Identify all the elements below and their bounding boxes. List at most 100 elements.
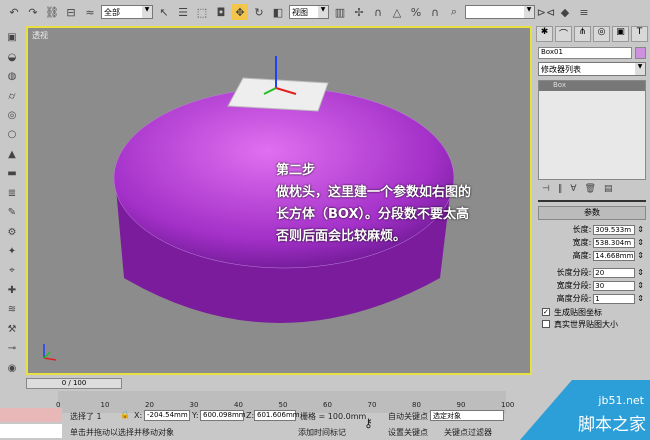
spinner-icon[interactable]: ⇕ <box>637 268 644 277</box>
angle-snap-icon[interactable]: △ <box>389 4 405 20</box>
create-tab-icon[interactable]: ✱ <box>536 26 553 42</box>
stack-item[interactable]: Box <box>539 81 645 91</box>
modifier-list-select[interactable]: 修改器列表 ▼ <box>538 62 646 76</box>
pin-stack-icon[interactable]: ⊣ <box>542 184 550 194</box>
display-tab-icon[interactable]: ▣ <box>612 26 629 42</box>
spinner-icon[interactable]: ⇕ <box>637 251 644 260</box>
spinner-icon[interactable]: ⇕ <box>637 281 644 290</box>
modify-tab-icon[interactable]: ⌒ <box>555 26 572 42</box>
align-icon[interactable]: ◆ <box>557 4 573 20</box>
geosphere-icon[interactable]: ◍ <box>4 69 20 84</box>
system-icon[interactable]: ⚒ <box>4 322 20 337</box>
spacewarp-icon[interactable]: ≋ <box>4 302 20 317</box>
height-segs-label: 高度分段: <box>556 294 592 303</box>
real-world-map-checkbox[interactable]: 真实世界贴图大小 <box>534 318 650 330</box>
key-icon[interactable]: ⚷ <box>364 416 373 430</box>
helper-icon[interactable]: ✚ <box>4 283 20 298</box>
length-input[interactable]: 309.533m <box>593 224 636 235</box>
show-end-result-icon[interactable]: ‖ <box>558 184 563 194</box>
link-icon[interactable]: ⛓ <box>44 4 60 20</box>
y-coord-input[interactable]: 600.098mm <box>200 410 246 421</box>
edit-named-selection-icon[interactable]: ⌕ <box>446 4 462 20</box>
reference-coord-select[interactable]: 视图 ▼ <box>289 5 329 19</box>
height-input[interactable]: 14.668mm <box>593 250 636 261</box>
object-name-input[interactable]: Box01 <box>538 47 632 59</box>
key-filters-button[interactable]: 关键点过滤器 <box>444 427 492 438</box>
time-slider[interactable]: 0 / 100 <box>26 378 122 389</box>
remove-modifier-icon[interactable]: 🗑 <box>585 184 596 194</box>
selection-count: 选择了 1 <box>70 412 102 421</box>
spinner-snap-icon[interactable]: ∩ <box>427 4 443 20</box>
add-time-tag-button[interactable]: 添加时间标记 <box>298 427 346 438</box>
mirror-icon[interactable]: ⊳⊲ <box>537 4 555 20</box>
width-input[interactable]: 538.304m <box>593 237 636 248</box>
height-segs-input[interactable]: 1 <box>593 293 636 304</box>
generate-mapping-checkbox[interactable]: ✓ 生成贴图坐标 <box>534 306 650 318</box>
bone-icon[interactable]: ⊸ <box>4 341 20 356</box>
scale-icon[interactable]: ◧ <box>270 4 286 20</box>
torus-icon[interactable]: ○ <box>4 127 20 142</box>
spinner-icon[interactable]: ⇕ <box>637 294 644 303</box>
make-unique-icon[interactable]: ∀ <box>570 184 576 194</box>
length-segs-input[interactable]: 20 <box>593 267 636 278</box>
bottom-bar: 0 / 100 0 10 20 30 40 50 60 70 80 90 100 选择了 1 🔒 X… <box>0 378 650 440</box>
redo-icon[interactable]: ↷ <box>25 4 41 20</box>
manipulate-icon[interactable]: ✢ <box>351 4 367 20</box>
auto-key-button[interactable]: 自动关键点 <box>388 411 428 422</box>
select-object-icon[interactable]: ↖ <box>156 4 172 20</box>
width-segs-input[interactable]: 30 <box>593 280 636 291</box>
camera-icon[interactable]: ⌖ <box>4 263 20 278</box>
utilities-tab-icon[interactable]: T <box>631 26 648 42</box>
z-coord-input[interactable]: 601.606mm <box>254 410 300 421</box>
parameters-rollout[interactable]: 参数 <box>538 206 646 220</box>
selection-filter-select[interactable]: 全部 ▼ <box>101 5 153 19</box>
timeline-tick-label: 20 <box>145 401 154 409</box>
cylinder-icon[interactable]: ⌭ <box>4 88 20 103</box>
undo-icon[interactable]: ↶ <box>6 4 22 20</box>
stack-icon[interactable]: ≣ <box>4 186 20 201</box>
motion-tab-icon[interactable]: ◎ <box>593 26 610 42</box>
overlay-line: 长方体（BOX）。分段数不要太高 <box>276 207 470 222</box>
tube-icon[interactable]: ◎ <box>4 108 20 123</box>
select-by-name-icon[interactable]: ☰ <box>175 4 191 20</box>
tool-icon[interactable]: ✎ <box>4 205 20 220</box>
spinner-icon[interactable]: ⇕ <box>637 225 644 234</box>
rotate-icon[interactable]: ↻ <box>251 4 267 20</box>
perspective-viewport[interactable]: 透视 第二步 做枕头，这里建一个参数如右图的 长方体（BOX）。分段数不要太高 … <box>26 26 532 375</box>
cone-icon[interactable]: ▲ <box>4 147 20 162</box>
maxscript-input[interactable] <box>0 424 62 438</box>
sphere-icon[interactable]: ◒ <box>4 49 20 64</box>
hierarchy-tab-icon[interactable]: ⋔ <box>574 26 591 42</box>
plane-icon[interactable]: ▬ <box>4 166 20 181</box>
render-icon[interactable]: ◉ <box>4 360 20 375</box>
length-label: 长度: <box>572 225 592 234</box>
key-mode-select[interactable]: 选定对象 <box>430 410 504 421</box>
rect-selection-icon[interactable]: ⬚ <box>194 4 210 20</box>
named-selection-select[interactable]: ▼ <box>465 5 535 19</box>
set-key-button[interactable]: 设置关键点 <box>388 427 428 438</box>
rollout-title: 参数 <box>584 208 600 217</box>
move-icon[interactable]: ✥ <box>232 4 248 20</box>
chevron-down-icon: ▼ <box>318 6 328 18</box>
x-label: X: <box>134 411 143 420</box>
x-coord-input[interactable]: -204.54mm <box>144 410 190 421</box>
modifier-stack: Box <box>538 80 646 180</box>
light-icon[interactable]: ✦ <box>4 244 20 259</box>
create-box-icon[interactable]: ▣ <box>4 30 20 45</box>
configure-sets-icon[interactable]: ▤ <box>604 184 613 194</box>
timeline-tick-label: 40 <box>234 401 243 409</box>
snap-toggle-icon[interactable]: ∩ <box>370 4 386 20</box>
percent-snap-icon[interactable]: % <box>408 4 424 20</box>
pivot-icon[interactable]: ▥ <box>332 4 348 20</box>
lock-icon[interactable]: 🔒 <box>120 410 130 419</box>
window-crossing-icon[interactable]: ◘ <box>213 4 229 20</box>
bind-space-warp-icon[interactable]: ≈ <box>82 4 98 20</box>
unlink-icon[interactable]: ⊟ <box>63 4 79 20</box>
maxscript-listener[interactable] <box>0 408 62 422</box>
gear-icon[interactable]: ⚙ <box>4 224 20 239</box>
spinner-icon[interactable]: ⇕ <box>637 238 644 247</box>
layer-manager-icon[interactable]: ≡ <box>576 4 592 20</box>
object-color-swatch[interactable] <box>635 47 646 59</box>
main-toolbar: ↶ ↷ ⛓ ⊟ ≈ 全部 ▼ ↖ ☰ ⬚ ◘ ✥ ↻ ◧ 视图 ▼ ▥ ✢ ∩ △ … <box>0 0 650 24</box>
tutorial-overlay: 第二步 做枕头，这里建一个参数如右图的 长方体（BOX）。分段数不要太高 否则后… <box>276 160 471 248</box>
